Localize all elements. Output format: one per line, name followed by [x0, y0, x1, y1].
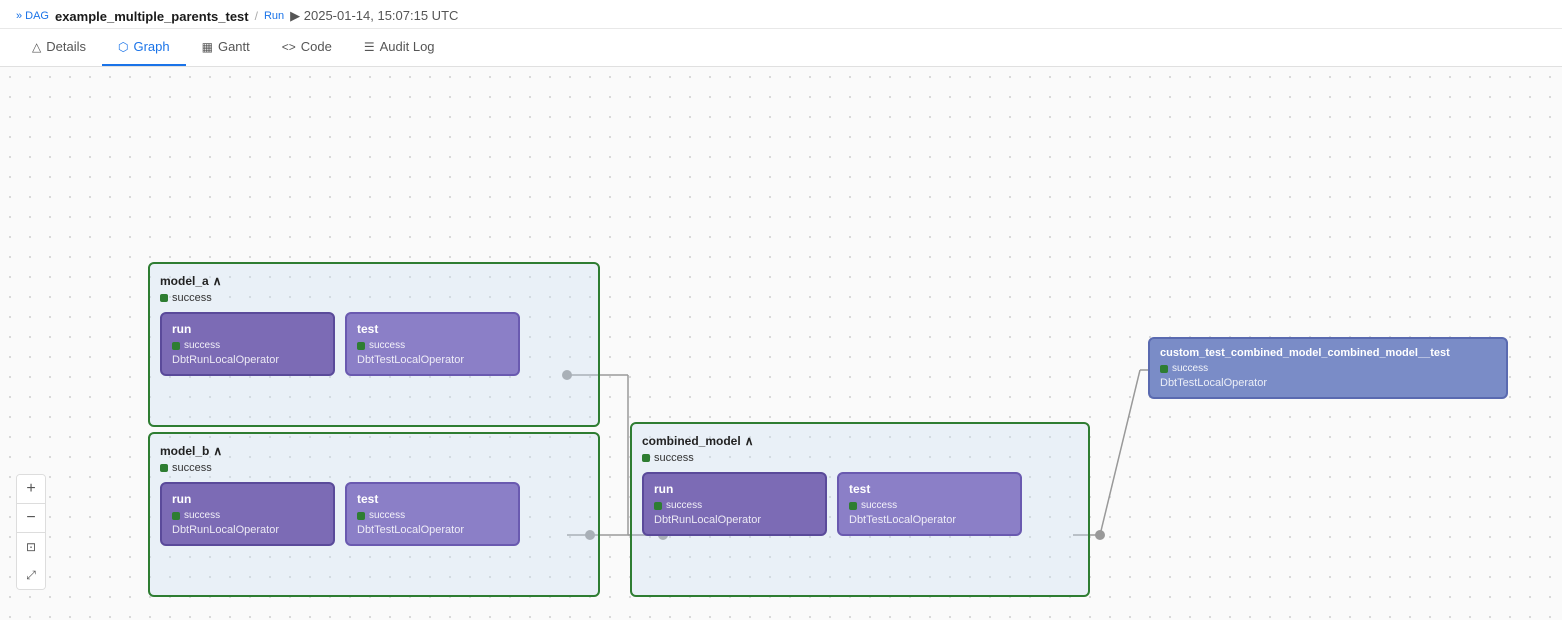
- status-dot: [849, 502, 857, 510]
- run-id[interactable]: ▶ 2025-01-14, 15:07:15 UTC: [290, 8, 458, 24]
- task-label: run: [654, 482, 815, 496]
- task-operator: DbtTestLocalOperator: [357, 354, 508, 366]
- task-status: success: [357, 510, 508, 521]
- chevron-right-icon: »: [16, 10, 22, 22]
- task-status: success: [172, 510, 323, 521]
- group-combined-status: success: [642, 452, 1078, 464]
- zoom-controls: + − ⊡ ⤢: [16, 474, 46, 590]
- group-model-a-status: success: [160, 292, 588, 304]
- task-operator: DbtTestLocalOperator: [1160, 377, 1496, 389]
- combined-nodes: run success DbtRunLocalOperator test suc…: [642, 472, 1078, 536]
- task-node-run-c[interactable]: run success DbtRunLocalOperator: [642, 472, 827, 536]
- status-dot: [172, 342, 180, 350]
- tab-code-label: Code: [301, 39, 332, 54]
- tab-graph-label: Graph: [133, 39, 169, 54]
- run-label[interactable]: Run: [264, 10, 284, 22]
- task-operator: DbtTestLocalOperator: [357, 524, 508, 536]
- status-dot: [160, 464, 168, 472]
- fit-to-screen-button[interactable]: ⊡: [17, 533, 45, 561]
- task-label: run: [172, 322, 323, 336]
- tab-audit-log[interactable]: ☰ Audit Log: [348, 29, 451, 66]
- status-dot: [1160, 365, 1168, 373]
- group-model-a-title: model_a ∧: [160, 274, 588, 288]
- task-node-custom-test[interactable]: custom_test_combined_model_combined_mode…: [1148, 337, 1508, 399]
- tab-code[interactable]: <> Code: [266, 29, 348, 66]
- caret-icon: ∧: [745, 434, 754, 448]
- zoom-in-button[interactable]: +: [17, 475, 45, 503]
- gantt-icon: ▦: [202, 40, 213, 54]
- task-label: test: [357, 492, 508, 506]
- expand-button[interactable]: ⤢: [17, 561, 45, 589]
- code-icon: <>: [282, 40, 296, 54]
- tab-details[interactable]: △ Details: [16, 29, 102, 66]
- task-operator: DbtRunLocalOperator: [172, 354, 323, 366]
- task-operator: DbtRunLocalOperator: [654, 514, 815, 526]
- model-b-nodes: run success DbtRunLocalOperator test suc…: [160, 482, 588, 546]
- group-model-b-status: success: [160, 462, 588, 474]
- task-node-test-b[interactable]: test success DbtTestLocalOperator: [345, 482, 520, 546]
- group-model-a: model_a ∧ success run success DbtRunLoca…: [148, 262, 600, 427]
- task-status: success: [849, 500, 1010, 511]
- group-combined-model: combined_model ∧ success run success Dbt…: [630, 422, 1090, 597]
- breadcrumb: » DAG example_multiple_parents_test / Ru…: [0, 0, 1562, 29]
- tab-graph[interactable]: ⬡ Graph: [102, 29, 186, 66]
- audit-log-icon: ☰: [364, 40, 375, 54]
- task-node-run-a[interactable]: run success DbtRunLocalOperator: [160, 312, 335, 376]
- task-node-test-a[interactable]: test success DbtTestLocalOperator: [345, 312, 520, 376]
- task-status: success: [654, 500, 815, 511]
- task-status: success: [1160, 363, 1496, 374]
- tab-audit-log-label: Audit Log: [380, 39, 435, 54]
- details-icon: △: [32, 40, 41, 54]
- tab-gantt-label: Gantt: [218, 39, 250, 54]
- caret-icon: ∧: [213, 444, 222, 458]
- model-a-nodes: run success DbtRunLocalOperator test suc…: [160, 312, 588, 376]
- tab-details-label: Details: [46, 39, 86, 54]
- caret-icon: ∧: [213, 274, 222, 288]
- task-label: test: [357, 322, 508, 336]
- dag-name[interactable]: example_multiple_parents_test: [55, 9, 249, 24]
- status-dot: [654, 502, 662, 510]
- graph-icon: ⬡: [118, 40, 128, 54]
- dag-label: DAG: [25, 10, 49, 22]
- task-label: run: [172, 492, 323, 506]
- breadcrumb-dag-link[interactable]: » DAG: [16, 10, 49, 22]
- status-dot: [357, 342, 365, 350]
- tab-bar: △ Details ⬡ Graph ▦ Gantt <> Code ☰ Audi…: [0, 29, 1562, 67]
- graph-area[interactable]: model_a ∧ success run success DbtRunLoca…: [0, 67, 1562, 620]
- task-status: success: [172, 340, 323, 351]
- task-label: custom_test_combined_model_combined_mode…: [1160, 347, 1496, 359]
- status-dot: [357, 512, 365, 520]
- breadcrumb-separator: /: [255, 9, 258, 23]
- status-dot: [160, 294, 168, 302]
- task-operator: DbtTestLocalOperator: [849, 514, 1010, 526]
- group-model-b-title: model_b ∧: [160, 444, 588, 458]
- task-node-test-c[interactable]: test success DbtTestLocalOperator: [837, 472, 1022, 536]
- group-model-b: model_b ∧ success run success DbtRunLoca…: [148, 432, 600, 597]
- status-dot: [642, 454, 650, 462]
- group-combined-title: combined_model ∧: [642, 434, 1078, 448]
- task-label: test: [849, 482, 1010, 496]
- task-status: success: [357, 340, 508, 351]
- task-node-run-b[interactable]: run success DbtRunLocalOperator: [160, 482, 335, 546]
- zoom-out-button[interactable]: −: [17, 504, 45, 532]
- task-operator: DbtRunLocalOperator: [172, 524, 323, 536]
- status-dot: [172, 512, 180, 520]
- tab-gantt[interactable]: ▦ Gantt: [186, 29, 266, 66]
